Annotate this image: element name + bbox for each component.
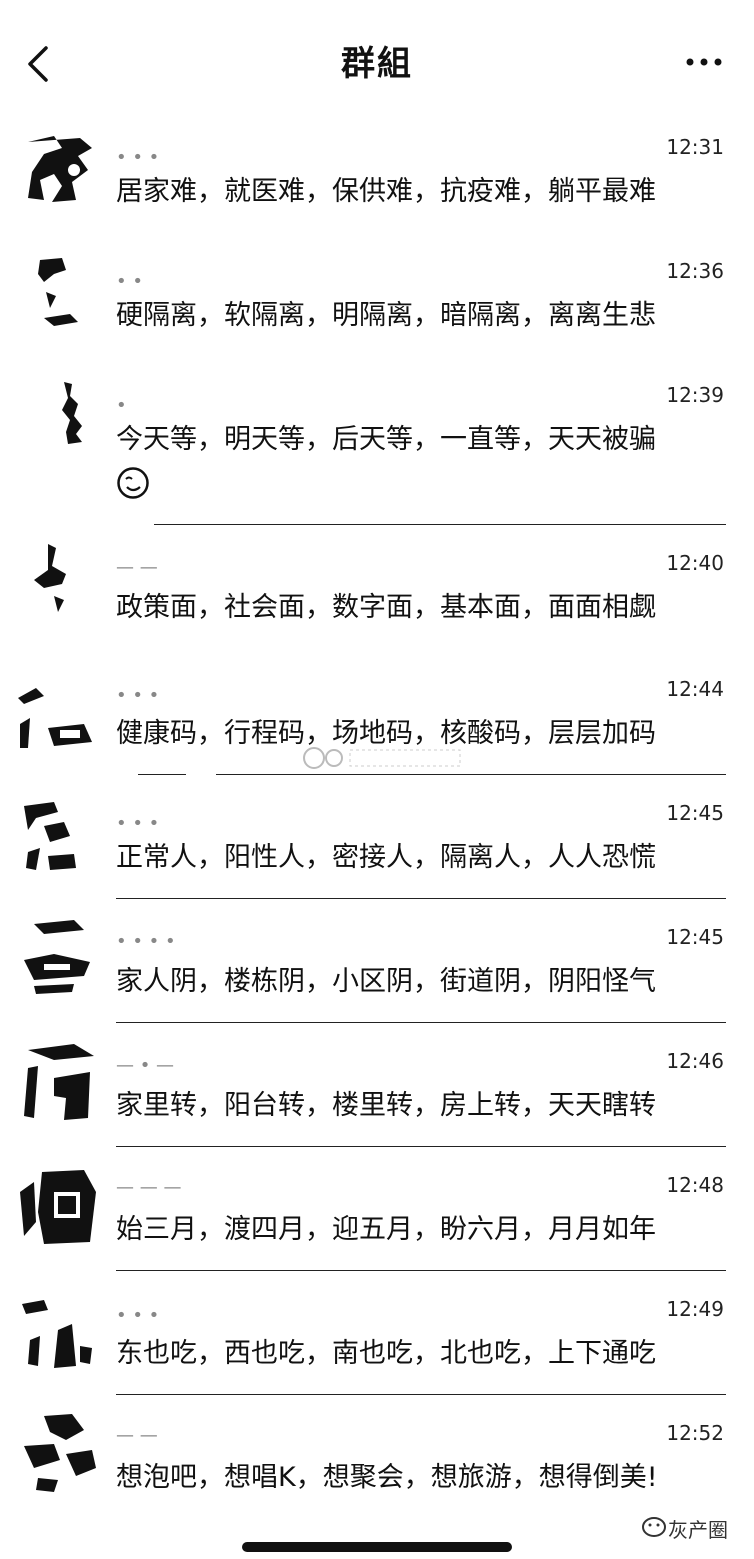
message-text: 正常人，阳性人，密接人，隔离人，人人恐慌 xyxy=(116,842,656,873)
avatar[interactable] xyxy=(14,1410,104,1500)
avatar[interactable] xyxy=(14,128,104,218)
page-title: 群組 xyxy=(341,44,413,84)
sender-name: • • • xyxy=(116,685,160,706)
message-time: 12:40 xyxy=(666,551,724,575)
message-time: 12:46 xyxy=(666,1049,724,1073)
message-text: 居家难，就医难，保供难，抗疫难，躺平最难 xyxy=(116,176,656,207)
message-time: 12:39 xyxy=(666,383,724,407)
sender-name: — — xyxy=(116,1425,158,1446)
message-text: 东也吃，西也吃，南也吃，北也吃，上下通吃 xyxy=(116,1338,656,1369)
sender-name: • • • • xyxy=(116,931,176,952)
home-indicator[interactable] xyxy=(242,1542,512,1552)
face-emoji-icon xyxy=(117,467,149,499)
avatar[interactable] xyxy=(14,1038,104,1128)
message-time: 12:45 xyxy=(666,925,724,949)
message-text: 始三月，渡四月，迎五月，盼六月，月月如年 xyxy=(116,1214,656,1245)
brand-text: 灰产圈 xyxy=(668,1518,728,1542)
avatar[interactable] xyxy=(14,1290,104,1380)
avatar[interactable] xyxy=(14,376,104,466)
divider xyxy=(138,774,186,775)
divider xyxy=(154,524,726,525)
sender-name: — — xyxy=(116,557,158,578)
divider xyxy=(116,1022,726,1023)
avatar[interactable] xyxy=(14,796,104,886)
watermark-icon xyxy=(303,747,461,769)
message-text: 家里转，阳台转，楼里转，房上转，天天瞎转 xyxy=(116,1090,656,1121)
more-button[interactable] xyxy=(676,40,736,84)
message-time: 12:36 xyxy=(666,259,724,283)
divider xyxy=(116,1270,726,1271)
message-time: 12:49 xyxy=(666,1297,724,1321)
sender-name: — — — xyxy=(116,1177,182,1198)
message-text: 硬隔离，软隔离，明隔离，暗隔离，离离生悲 xyxy=(116,300,656,331)
nav-bar: 群組 xyxy=(0,0,754,125)
message-text: 政策面，社会面，数字面，基本面，面面相觑 xyxy=(116,592,656,623)
sender-name: • • • xyxy=(116,813,160,834)
message-time: 12:31 xyxy=(666,135,724,159)
sender-name: • • • xyxy=(116,1305,160,1326)
avatar[interactable] xyxy=(14,668,104,758)
sender-name: • • • xyxy=(116,147,160,168)
message-text: 今天等，明天等，后天等，一直等，天天被骗 xyxy=(116,424,656,455)
divider xyxy=(116,1394,726,1395)
sender-name: • • xyxy=(116,271,143,292)
avatar[interactable] xyxy=(14,914,104,1004)
divider xyxy=(116,1146,726,1147)
avatar[interactable] xyxy=(14,252,104,342)
divider xyxy=(116,898,726,899)
sender-name: • xyxy=(116,395,127,416)
message-time: 12:44 xyxy=(666,677,724,701)
message-time: 12:45 xyxy=(666,801,724,825)
message-time: 12:52 xyxy=(666,1421,724,1445)
avatar[interactable] xyxy=(14,1162,104,1252)
more-dots-icon xyxy=(686,58,722,66)
sender-name: — • — xyxy=(116,1055,175,1076)
message-text: 想泡吧，想唱K，想聚会，想旅游，想得倒美! xyxy=(116,1462,658,1493)
message-time: 12:48 xyxy=(666,1173,724,1197)
message-text: 家人阴，楼栋阴，小区阴，街道阴，阴阳怪气 xyxy=(116,966,656,997)
divider xyxy=(216,774,726,775)
avatar[interactable] xyxy=(14,540,104,630)
